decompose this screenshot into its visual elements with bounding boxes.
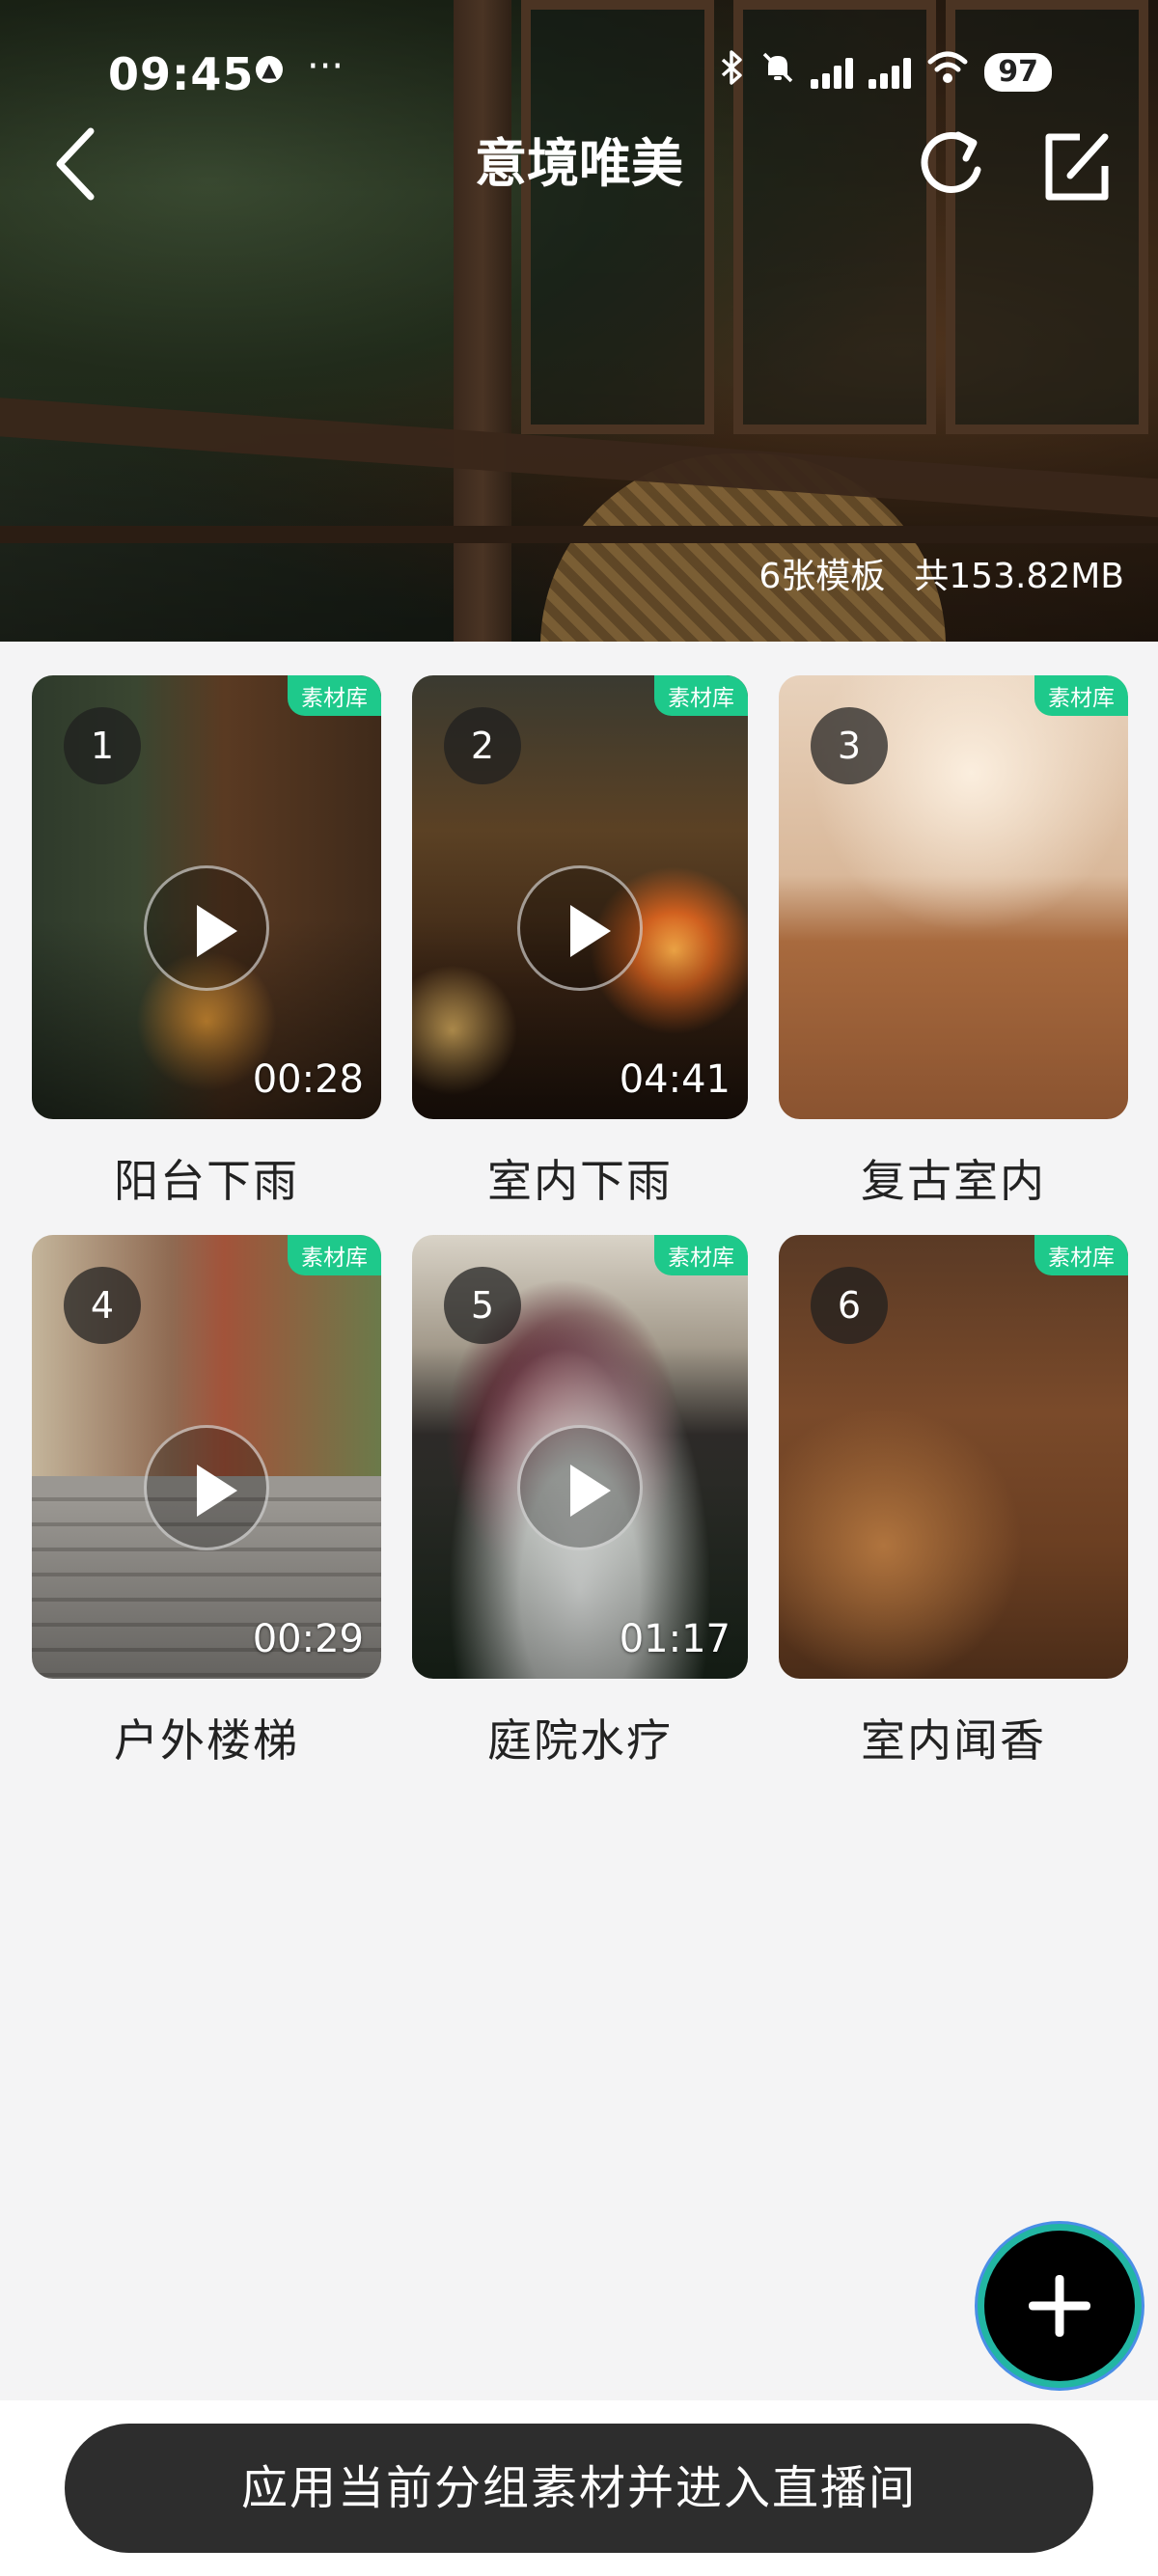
video-duration: 04:41 (619, 1057, 731, 1102)
template-label: 庭院水疗 (487, 1714, 673, 1767)
wifi-icon (926, 50, 969, 94)
material-library-badge: 素材库 (288, 1235, 381, 1275)
signal-icon (868, 56, 912, 89)
material-library-badge: 素材库 (654, 675, 748, 716)
mute-icon (760, 50, 795, 94)
play-icon[interactable] (144, 865, 269, 992)
status-time: 09:45 (108, 48, 255, 100)
template-thumbnail[interactable]: 素材库 2 04:41 (412, 675, 748, 1119)
template-card[interactable]: 素材库 5 01:17 庭院水疗 (412, 1235, 748, 1795)
play-icon[interactable] (144, 1425, 269, 1551)
template-index: 5 (444, 1267, 521, 1344)
edit-button[interactable] (1037, 123, 1115, 205)
template-index: 3 (811, 707, 888, 784)
play-icon[interactable] (517, 1425, 643, 1551)
material-library-badge: 素材库 (288, 675, 381, 716)
video-duration: 01:17 (619, 1617, 731, 1661)
template-label: 室内下雨 (487, 1155, 673, 1207)
template-card[interactable]: 素材库 1 00:28 阳台下雨 (32, 675, 381, 1235)
banner-railing (0, 526, 1158, 543)
template-card[interactable]: 素材库 6 室内闻香 (779, 1235, 1128, 1795)
template-card[interactable]: 素材库 3 复古室内 (779, 675, 1128, 1235)
template-thumbnail[interactable]: 素材库 3 (779, 675, 1128, 1119)
play-icon[interactable] (517, 865, 643, 992)
template-label: 阳台下雨 (114, 1155, 299, 1207)
bluetooth-icon (720, 50, 745, 94)
refresh-button[interactable] (912, 123, 989, 205)
material-library-badge: 素材库 (1034, 675, 1128, 716)
signal-icon (811, 56, 854, 89)
total-size: 共153.82MB (914, 557, 1124, 596)
template-index: 4 (64, 1267, 141, 1344)
template-label: 室内闻香 (861, 1714, 1046, 1767)
refresh-icon (921, 131, 981, 193)
template-label: 复古室内 (861, 1155, 1046, 1207)
template-card[interactable]: 素材库 2 04:41 室内下雨 (412, 675, 748, 1235)
template-index: 1 (64, 707, 141, 784)
template-index: 2 (444, 707, 521, 784)
material-library-badge: 素材库 (1034, 1235, 1128, 1275)
template-thumbnail[interactable]: 素材库 1 00:28 (32, 675, 381, 1119)
status-bar: 09:45 ▲ ··· 97 (0, 39, 1158, 106)
template-thumbnail[interactable]: 素材库 5 01:17 (412, 1235, 748, 1679)
material-library-badge: 素材库 (654, 1235, 748, 1275)
template-card[interactable]: 素材库 4 00:29 户外楼梯 (32, 1235, 381, 1795)
battery-indicator: 97 (984, 52, 1052, 92)
video-duration: 00:29 (252, 1617, 364, 1661)
status-icons: 97 (720, 50, 1052, 94)
template-grid: 素材库 1 00:28 阳台下雨 素材库 2 04:41 室内下雨 素材库 3 … (32, 675, 1128, 1795)
template-summary: 6张模板 共153.82MB (758, 548, 1124, 598)
more-notifications-icon: ··· (307, 44, 345, 89)
template-label: 户外楼梯 (114, 1714, 299, 1767)
template-thumbnail[interactable]: 素材库 4 00:29 (32, 1235, 381, 1679)
add-button[interactable] (984, 2231, 1135, 2381)
notification-icon: ▲ (256, 56, 283, 83)
edit-icon (1045, 133, 1109, 201)
nav-bar: 意境唯美 (0, 116, 1158, 212)
apply-and-enter-live-button[interactable]: 应用当前分组素材并进入直播间 (65, 2424, 1093, 2553)
template-index: 6 (811, 1267, 888, 1344)
template-count: 6张模板 (758, 557, 886, 596)
template-thumbnail[interactable]: 素材库 6 (779, 1235, 1128, 1679)
video-duration: 00:28 (252, 1057, 364, 1102)
